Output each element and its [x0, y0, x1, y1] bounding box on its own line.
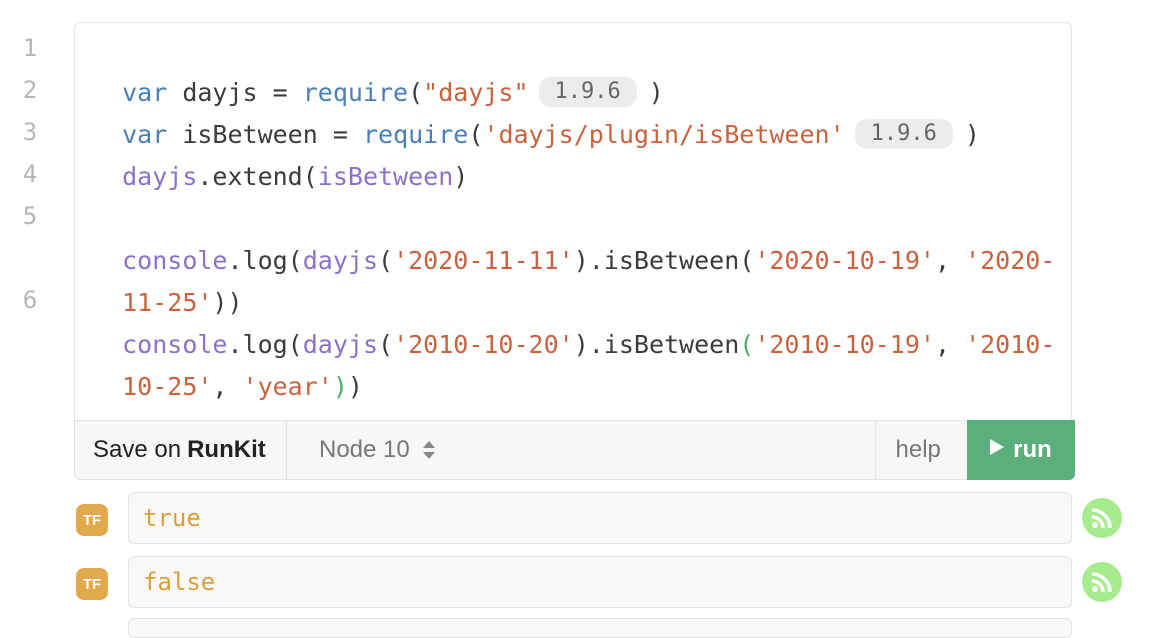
string: '2020-10-19': [754, 246, 935, 275]
run-button[interactable]: run: [966, 420, 1075, 480]
paren: ): [453, 162, 469, 191]
help-button[interactable]: help: [874, 421, 967, 479]
line-number: 2: [22, 76, 38, 104]
code-line: var isBetween = require('dayjs/plugin/is…: [92, 72, 980, 149]
result-box-partial: [128, 618, 1072, 638]
string: 'dayjs/plugin/isBetween': [483, 120, 845, 149]
string: '2010-: [965, 330, 1056, 359]
string: '2020-: [965, 246, 1056, 275]
sort-arrows-icon: [422, 440, 436, 460]
identifier: isBetween: [317, 162, 454, 191]
code-line-wrap: 11-25')): [92, 240, 242, 317]
line-number: 5: [22, 202, 38, 230]
code-line-wrap: 10-25', 'year')): [92, 324, 363, 401]
line-number: 6: [22, 286, 38, 314]
boolean-type-badge: TF: [76, 504, 108, 536]
paren: (: [378, 330, 394, 359]
code-line: var dayjs = require("dayjs" 1.9.6): [92, 30, 664, 107]
identifier: dayjs: [122, 162, 198, 191]
rss-icon[interactable]: [1082, 498, 1122, 538]
editor-toolbar: Save on RunKit Node 10 help run: [74, 420, 1075, 480]
rss-icon[interactable]: [1082, 562, 1122, 602]
comma: ,: [934, 246, 966, 275]
paren: (: [468, 120, 484, 149]
comma: ,: [934, 330, 966, 359]
comma: ,: [212, 372, 243, 401]
string: 10-25': [122, 372, 213, 401]
method-call: .extend(: [197, 162, 318, 191]
node-version-select[interactable]: Node 10: [287, 421, 875, 479]
method-call: ).isBetween(: [573, 246, 755, 275]
runkit-brand: RunKit: [187, 436, 266, 463]
run-label: run: [1013, 436, 1052, 463]
string: '2010-10-19': [754, 330, 935, 359]
paren: (: [739, 330, 755, 359]
code-line: console.log(dayjs('2010-10-20').isBetwee…: [92, 282, 1055, 359]
code-line: dayjs.extend(isBetween): [92, 114, 468, 191]
paren: ): [332, 372, 348, 401]
line-number: 3: [22, 118, 38, 146]
result-row: TF false: [74, 556, 1134, 610]
code-line: console.log(dayjs('2020-11-11').isBetwee…: [92, 198, 1055, 275]
function-name: dayjs: [302, 246, 378, 275]
paren: (: [378, 246, 394, 275]
line-number: 4: [22, 160, 38, 188]
string: '2010-10-20': [393, 330, 574, 359]
node-version-label: Node 10: [319, 436, 410, 463]
method-call: ).isBetween: [573, 330, 740, 359]
paren: ): [347, 372, 363, 401]
version-badge[interactable]: 1.9.6: [854, 119, 953, 149]
result-value[interactable]: true: [128, 492, 1072, 544]
result-row: TF true: [74, 492, 1134, 546]
result-value[interactable]: false: [128, 556, 1072, 608]
string: '2020-11-11': [393, 246, 574, 275]
boolean-type-badge: TF: [76, 568, 108, 600]
line-number: 1: [22, 34, 38, 62]
play-icon: [989, 438, 1005, 462]
save-on-runkit-button[interactable]: Save on RunKit: [75, 421, 287, 479]
paren: ): [964, 120, 980, 149]
save-label: Save on: [93, 436, 182, 463]
string: 'year': [242, 372, 333, 401]
